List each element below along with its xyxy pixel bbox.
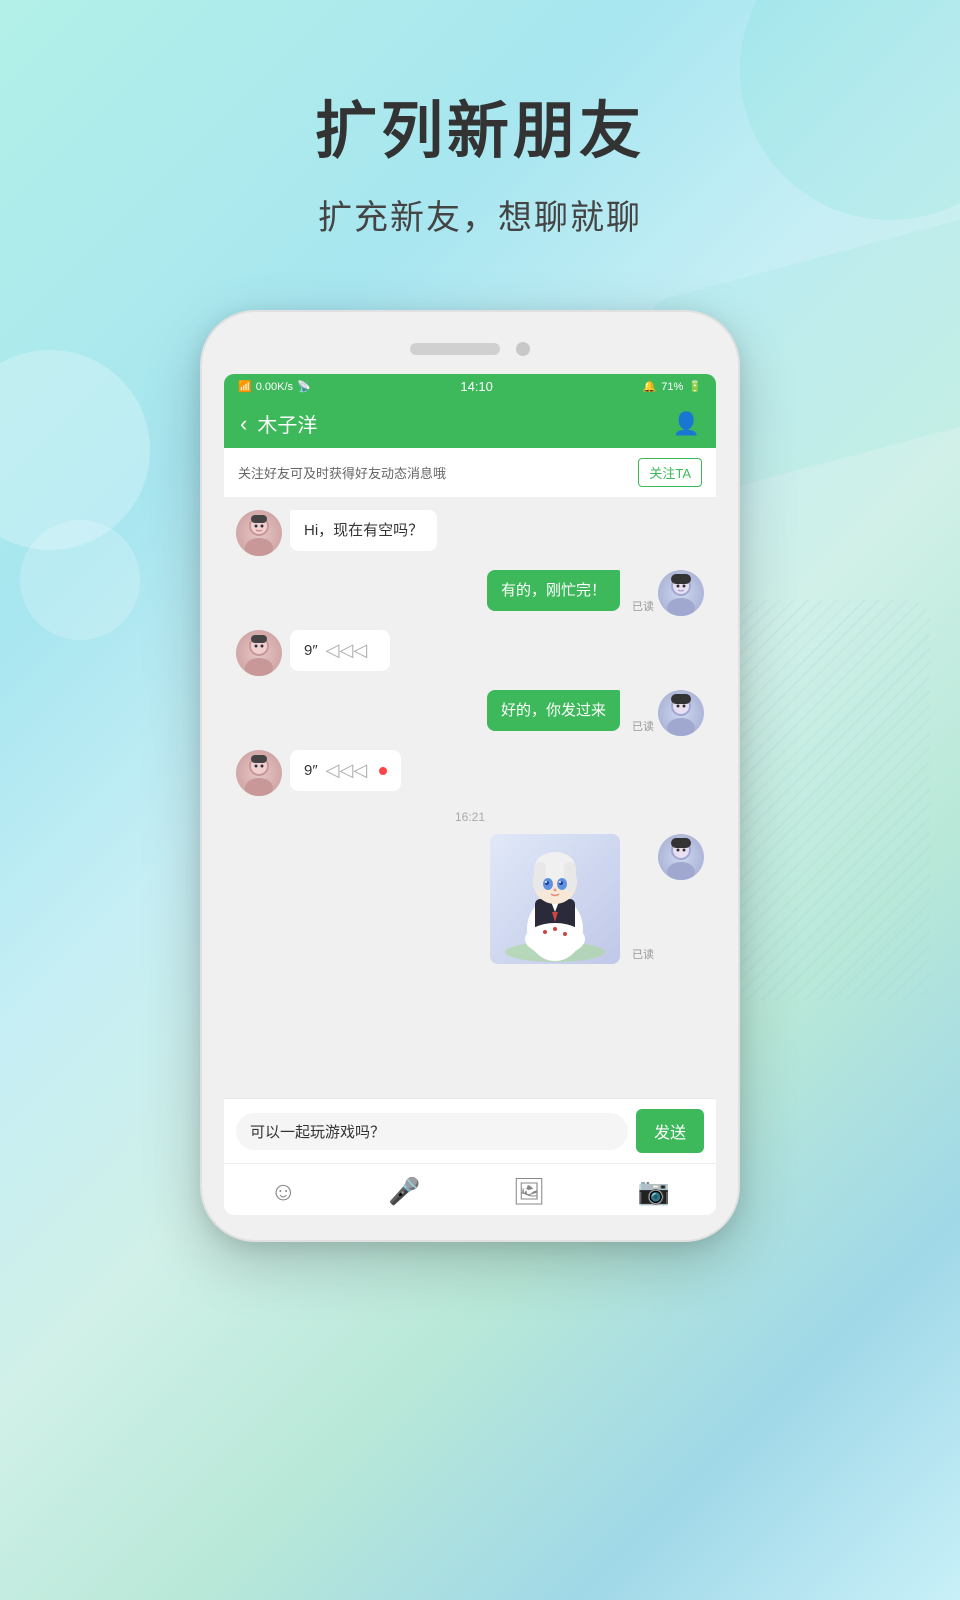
message-row-2: 已读 有的，刚忙完！: [236, 570, 704, 616]
avatar-sent-2: [658, 690, 704, 736]
status-right: 🔔 71% 🔋: [643, 380, 702, 393]
bubble-sent-1: 有的，刚忙完！: [487, 570, 620, 611]
voice-duration-2: 9″: [304, 762, 318, 779]
sub-title: 扩充新友，想聊就聊: [0, 190, 960, 239]
sent-image: [490, 834, 620, 964]
battery-percent: 71%: [661, 381, 683, 393]
send-button[interactable]: 发送: [636, 1109, 704, 1153]
status-left: 📶 0.00K/s 📡: [238, 380, 311, 393]
contact-name: 木子洋: [257, 409, 317, 438]
signal-icon: 📶: [238, 380, 252, 393]
message-row-6: 已读: [236, 834, 704, 964]
chat-toolbar: ☺ 🎤 🖼 📷: [224, 1163, 716, 1215]
chat-header-left: ‹ 木子洋: [240, 409, 317, 438]
voice-duration-1: 9″: [304, 642, 318, 659]
follow-banner: 关注好友可及时获得好友动态消息哦 关注TA: [224, 448, 716, 498]
battery-icon: 🔋: [688, 380, 702, 393]
back-button[interactable]: ‹: [240, 411, 247, 437]
voice-wave-icon-1: ◁◁◁: [326, 640, 368, 661]
unread-dot: [379, 767, 387, 775]
follow-text: 关注好友可及时获得好友动态消息哦: [238, 463, 638, 482]
notification-icon: 🔔: [643, 380, 657, 393]
status-bar: 📶 0.00K/s 📡 14:10 🔔 71% 🔋: [224, 374, 716, 399]
chat-messages: Hi，现在有空吗？: [224, 498, 716, 1098]
avatar-sent-1: [658, 570, 704, 616]
emoji-button[interactable]: ☺: [270, 1176, 297, 1207]
phone-speaker: [410, 343, 500, 355]
chat-input[interactable]: [236, 1113, 628, 1150]
bubble-sent-2: 好的，你发过来: [487, 690, 620, 731]
phone-top: [224, 342, 716, 356]
chat-input-area: 发送: [224, 1098, 716, 1163]
mic-button[interactable]: 🎤: [388, 1176, 420, 1207]
read-status-4: 已读: [632, 718, 654, 734]
message-row-5: 9″ ◁◁◁: [236, 750, 704, 796]
camera-button[interactable]: 📷: [638, 1176, 670, 1207]
chat-header: ‹ 木子洋 👤: [224, 399, 716, 448]
voice-wave-icon-2: ◁◁◁: [326, 760, 368, 781]
message-row-4: 已读 好的，你发过来: [236, 690, 704, 736]
profile-icon[interactable]: 👤: [673, 411, 700, 437]
time-divider: 16:21: [236, 810, 704, 824]
wifi-icon: 📡: [297, 380, 311, 393]
avatar-received-3: [236, 750, 282, 796]
avatar-sent-3: [658, 834, 704, 880]
read-status-2: 已读: [632, 598, 654, 614]
message-row-3: 9″ ◁◁◁: [236, 630, 704, 676]
bubble-received-1: Hi，现在有空吗？: [290, 510, 437, 551]
image-button[interactable]: 🖼: [513, 1176, 546, 1207]
phone-mockup: 📶 0.00K/s 📡 14:10 🔔 71% 🔋 ‹ 木子洋 👤: [200, 310, 760, 1242]
speed-indicator: 0.00K/s: [256, 381, 293, 393]
voice-bubble-2[interactable]: 9″ ◁◁◁: [290, 750, 401, 791]
header-section: 扩列新朋友 扩充新友，想聊就聊: [0, 80, 960, 239]
read-status-6: 已读: [632, 946, 654, 962]
status-time: 14:10: [460, 379, 493, 394]
deco-circle-2: [20, 520, 140, 640]
avatar-received-1: [236, 510, 282, 556]
follow-button[interactable]: 关注TA: [638, 458, 702, 487]
message-row-1: Hi，现在有空吗？: [236, 510, 704, 556]
avatar-received-2: [236, 630, 282, 676]
phone-body: 📶 0.00K/s 📡 14:10 🔔 71% 🔋 ‹ 木子洋 👤: [200, 310, 740, 1242]
phone-screen: 📶 0.00K/s 📡 14:10 🔔 71% 🔋 ‹ 木子洋 👤: [224, 374, 716, 1215]
phone-camera: [516, 342, 530, 356]
main-title: 扩列新朋友: [0, 80, 960, 170]
voice-bubble-1[interactable]: 9″ ◁◁◁: [290, 630, 390, 671]
